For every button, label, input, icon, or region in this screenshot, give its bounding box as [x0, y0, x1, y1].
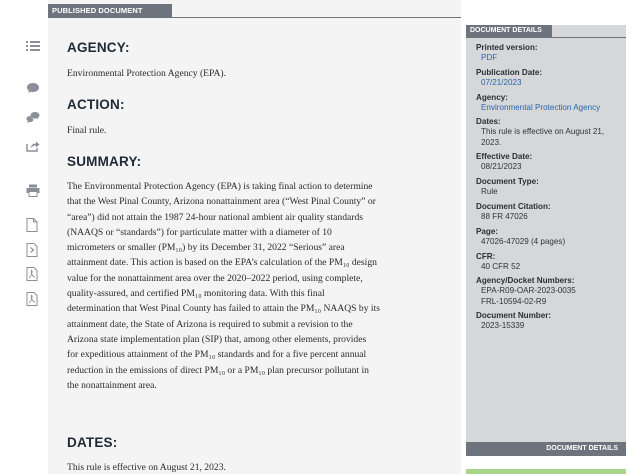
share-icon[interactable]	[26, 140, 40, 154]
summary-line: micrometers or smaller (PM₁₀) by its Dec…	[67, 242, 345, 254]
summary-line: the nonattainment area.	[67, 379, 157, 391]
comments-icon[interactable]	[26, 111, 40, 125]
summary-line: reduction in the emissions of direct PM₁…	[67, 364, 369, 376]
summary-line: value for the nonattainment area over th…	[67, 272, 363, 284]
agency-heading: AGENCY:	[67, 40, 130, 55]
summary-line: The Environmental Protection Agency (EPA…	[67, 181, 373, 192]
document-panel: PUBLISHED DOCUMENT AGENCY: Environmental…	[48, 0, 461, 474]
dates-text: This rule is effective on August 21, 202…	[67, 462, 226, 473]
detail-value: EPA-R09-OAR-2023-0035 FRL-10594-02-R9	[481, 286, 576, 306]
list-icon[interactable]	[26, 40, 40, 54]
dates-heading: DATES:	[67, 435, 118, 450]
detail-value: 08/21/2023	[481, 162, 522, 172]
document-details-tab: DOCUMENT DETAILS	[466, 25, 552, 37]
pdf-alt-icon[interactable]	[26, 292, 40, 306]
detail-printed-version: Printed version: PDF	[466, 43, 626, 63]
detail-value: 47026-47029 (4 pages)	[481, 236, 566, 246]
detail-document-number: Document Number: 2023-15339	[466, 311, 626, 331]
detail-value: 2023-15339	[481, 321, 525, 331]
detail-docket-numbers: Agency/Docket Numbers: EPA-R09-OAR-2023-…	[466, 276, 626, 306]
next-panel-edge	[466, 469, 626, 474]
detail-value: 88 FR 47026	[481, 211, 528, 221]
detail-dates: Dates: This rule is effective on August …	[466, 117, 626, 147]
summary-heading: SUMMARY:	[67, 154, 142, 169]
detail-value: Rule	[481, 187, 498, 197]
summary-text: The Environmental Protection Agency (EPA…	[67, 179, 445, 393]
summary-line: determination that West Pinal County has…	[67, 303, 380, 315]
detail-label: Publication Date:	[476, 67, 543, 77]
summary-line: “area”) did not attain the 1987 24-hour …	[67, 211, 363, 223]
document-details-panel: DOCUMENT DETAILS Printed version: PDF Pu…	[466, 25, 626, 456]
detail-label: Page:	[476, 226, 499, 236]
summary-line: for expeditious attainment of the PM₁₀ s…	[67, 349, 367, 361]
publication-date-link[interactable]: 07/21/2023	[481, 78, 522, 87]
summary-line: attainment date. This action is based on…	[67, 257, 377, 269]
summary-line: that the West Pinal County, Arizona nona…	[67, 196, 376, 208]
summary-line: (NAAQS or “standards”) for particulate m…	[67, 226, 332, 238]
detail-label: Document Type:	[476, 177, 539, 187]
detail-label: Effective Date:	[476, 152, 533, 162]
detail-label: Dates:	[476, 117, 501, 127]
details-tab-underline	[466, 37, 626, 38]
details-list: Printed version: PDF Publication Date: 0…	[466, 43, 626, 336]
detail-document-type: Document Type: Rule	[466, 177, 626, 197]
detail-cfr: CFR: 40 CFR 52	[466, 252, 626, 272]
detail-label: Agency/Docket Numbers:	[476, 276, 575, 286]
document-details-footer[interactable]: DOCUMENT DETAILS	[466, 442, 626, 456]
detail-agency: Agency: Environmental Protection Agency	[466, 93, 626, 113]
detail-label: Document Number:	[476, 311, 552, 321]
detail-value: This rule is effective on August 21, 202…	[481, 127, 605, 147]
action-heading: ACTION:	[67, 97, 125, 112]
document-icon[interactable]	[26, 218, 40, 232]
detail-publication-date: Publication Date: 07/21/2023	[466, 68, 626, 88]
detail-document-citation: Document Citation: 88 FR 47026	[466, 202, 626, 222]
detail-label: Document Citation:	[476, 201, 551, 211]
print-icon[interactable]	[26, 184, 40, 198]
comment-icon[interactable]	[26, 82, 40, 96]
tab-underline	[48, 17, 461, 18]
summary-line: Arizona state implementation plan (SIP) …	[67, 333, 367, 345]
agency-text: Environmental Protection Agency (EPA).	[67, 68, 226, 79]
summary-line: quality-assured, and certified PM₁₀ moni…	[67, 288, 325, 300]
document-arrow-icon[interactable]	[26, 243, 40, 257]
detail-page: Page: 47026-47029 (4 pages)	[466, 227, 626, 247]
detail-value: 40 CFR 52	[481, 261, 521, 271]
published-document-tab: PUBLISHED DOCUMENT	[48, 4, 172, 18]
detail-effective-date: Effective Date: 08/21/2023	[466, 152, 626, 172]
detail-label: CFR:	[476, 251, 496, 261]
agency-link[interactable]: Environmental Protection Agency	[481, 103, 600, 112]
detail-label: Printed version:	[476, 43, 538, 52]
tools-rail	[18, 0, 48, 474]
pdf-icon[interactable]	[26, 267, 40, 281]
detail-label: Agency:	[476, 92, 508, 102]
left-margin	[0, 0, 18, 474]
summary-line: attainment date, the State of Arizona is…	[67, 318, 353, 330]
action-text: Final rule.	[67, 125, 107, 136]
pdf-link[interactable]: PDF	[481, 53, 497, 62]
